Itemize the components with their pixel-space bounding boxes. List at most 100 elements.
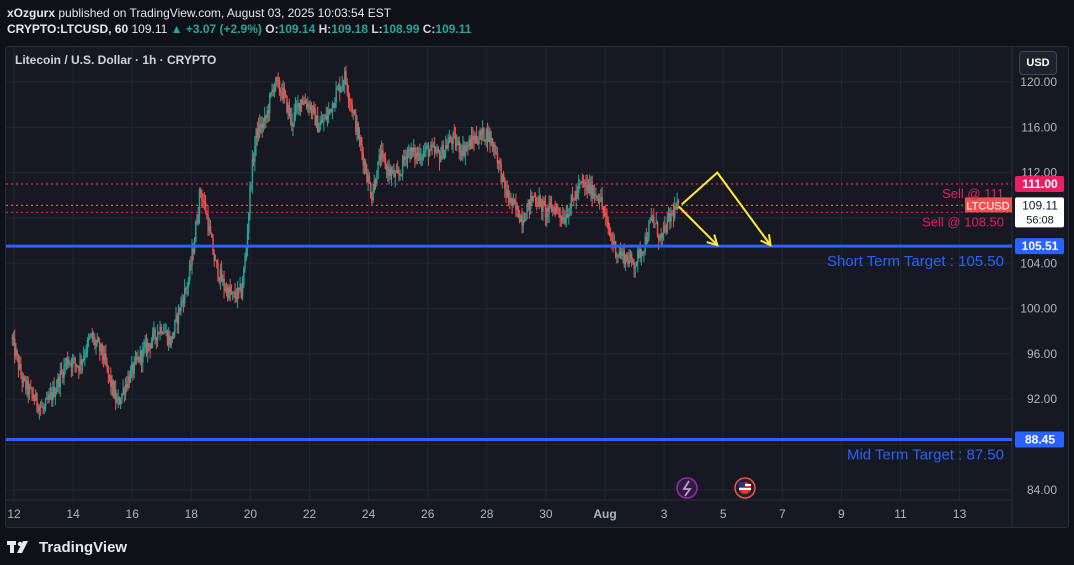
candle-body [153,329,155,332]
candle-body [435,150,437,153]
candle-body [232,292,234,294]
candle-body [76,366,79,368]
candle-body [450,136,452,141]
candle-body [289,113,292,116]
candle-body [73,358,75,360]
candle-body [16,350,19,356]
candle-body [594,193,596,196]
candle-body [33,398,36,401]
candle-body [440,155,442,163]
candle-body [269,95,271,114]
candle-body [651,217,654,219]
candle-body [360,136,362,145]
candle-body [152,331,154,342]
candle-body [185,288,187,290]
candle-body [159,326,161,334]
candle-body [536,202,538,205]
candle-body [164,331,166,333]
candle-body [409,148,411,159]
candle-body [349,98,351,102]
candle-body [484,140,486,142]
candle-body [674,206,676,218]
candle-body [59,370,62,387]
candle-body [336,88,339,90]
candle-body [415,152,417,160]
candle-body [28,386,31,395]
candle-body [292,122,294,127]
candle-body [553,207,555,209]
x-tick-label: 26 [421,507,435,521]
candle-body [240,284,243,298]
candle-body [122,388,124,394]
candle-body [20,364,22,376]
candle-body [634,266,637,269]
currency-button[interactable]: USD [1019,51,1057,75]
candle-body [478,139,480,144]
event-lightning-icon[interactable] [676,477,698,499]
candle-body [165,330,167,332]
candle-body [142,348,144,363]
candle-body [509,198,511,203]
candle-body [660,234,662,238]
candle-body [113,388,116,397]
candle-body [624,255,627,265]
tradingview-logo[interactable]: TradingView [7,537,127,557]
candle-body [160,326,163,333]
candle-body [584,182,586,187]
candle-body [558,208,560,214]
candle-body [277,80,280,82]
candle-body [133,360,135,374]
candle-body [233,291,235,293]
short-term-target-label: Short Term Target : 105.50 [827,253,1004,270]
candle-body [544,204,547,218]
candle-body [675,206,677,210]
x-tick-label: 20 [244,507,258,521]
candle-body [661,232,664,238]
candle-body [186,287,188,289]
candle-body [486,128,489,143]
candle-body [422,151,425,158]
candle-body [49,392,52,395]
candle-body [603,211,606,214]
candle-body [95,342,97,346]
x-tick-label: 9 [838,507,845,521]
candle-body [531,196,533,201]
candle-body [144,341,147,347]
candle-body [11,336,14,340]
candlestick-chart[interactable]: 84.0092.0096.00100.00104.00112.00116.001… [0,0,1074,565]
candle-body [271,89,273,93]
candle-body [642,252,644,254]
candle-body [315,115,318,126]
candle-body [126,384,128,388]
candle-body [307,103,309,108]
candle-body [175,314,177,321]
candle-body [433,146,436,153]
candle-body [138,356,140,362]
candle-body [491,138,494,147]
candle-body [214,259,217,262]
candle-body [201,193,203,201]
candle-body [79,359,81,372]
candle-body [446,145,448,149]
symbol-price-tag-text: LTCUSD [966,200,1009,212]
candle-body [394,172,396,178]
candle-body [498,160,500,164]
candle-body [578,183,580,194]
candle-body [243,268,245,286]
candle-body [191,248,193,265]
candle-body [475,135,478,142]
y-tick-label: 96.00 [1027,347,1057,361]
candle-body [14,338,16,357]
candle-body [489,131,491,144]
candle-body [425,146,427,152]
candle-body [41,406,43,408]
candle-body [60,370,63,372]
candle-body [179,307,181,311]
candle-body [575,190,577,201]
candle-body [571,195,574,198]
x-tick-label: 12 [7,507,21,521]
candle-body [139,350,142,362]
mid_term_target-tag-text: 88.45 [1025,432,1055,446]
candle-body [273,84,276,92]
candle-body [180,301,182,311]
